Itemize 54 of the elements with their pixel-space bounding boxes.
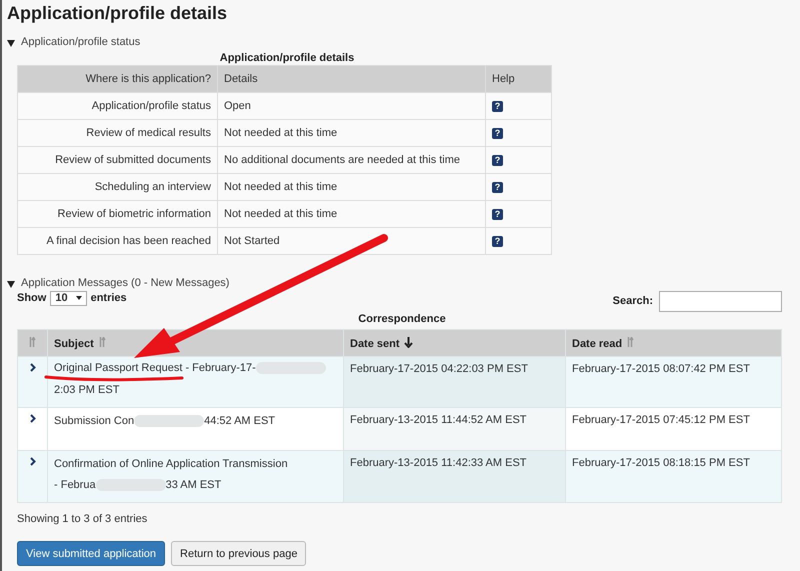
table-cell: Not needed at this time [218,174,486,200]
column-header: Where is this application? [18,66,218,92]
help-icon[interactable]: ? [492,182,503,193]
table-cell: Application/profile status [18,92,218,120]
table-cell: February-13-2015 11:44:52 AM EST [344,408,566,450]
help-icon[interactable]: ? [492,154,503,166]
table-cell: Original Passport Request - February-17- 2:03 PM EST [48,356,344,408]
show-label: Show [17,292,46,304]
expand-chevron-icon[interactable] [30,457,36,466]
search-field[interactable] [659,290,782,312]
page-size-select[interactable]: 10 [50,290,87,306]
table-caption: Correspondence [357,312,447,326]
column-header: Details [218,66,486,92]
table-cell: February-17-2015 08:07:42 PM EST [566,356,782,408]
help-icon[interactable]: ? [492,236,503,247]
table-cell: Open [218,92,486,120]
table-caption: Application/profile details [218,51,356,65]
table-cell: Not Started [218,228,486,254]
caret-icon [76,296,82,300]
table-cell: February-13-2015 11:42:33 AM EST [344,450,566,502]
sort-icon[interactable] [98,336,108,348]
column-header[interactable]: Date read [566,330,782,356]
redacted-blur [134,415,204,428]
return-button[interactable]: Return to previous page [171,541,306,566]
page-title: Application/profile details [7,2,228,24]
column-header: Help [486,66,552,92]
help-icon[interactable]: ? [492,208,503,220]
table-cell: February-17-2015 07:45:12 PM EST [566,408,782,450]
entries-info: Showing 1 to 3 of 3 entries [17,513,148,525]
table-cell: Review of biometric information [18,200,218,228]
table-cell: Confirmation of Online Application Transmission - Februa 33 AM EST [48,450,344,502]
column-header[interactable] [18,330,48,356]
table-cell: Not needed at this time [218,200,486,228]
table-cell: Review of medical results [18,120,218,146]
sort-icon[interactable] [28,336,38,348]
entries-label: entries [90,292,127,304]
expand-chevron-icon[interactable] [30,363,36,372]
help-icon[interactable]: ? [492,128,503,139]
view-application-button[interactable]: View submitted application [17,541,166,566]
column-header[interactable]: Date sent [344,330,566,356]
expand-chevron-icon[interactable] [30,414,36,423]
column-header[interactable]: Subject [48,330,344,356]
table-cell: Submission Con 44:52 AM EST [48,408,344,450]
help-icon[interactable]: ? [492,100,503,112]
table-cell: February-17-2015 04:22:03 PM EST [344,356,566,408]
table-cell: Review of submitted documents [18,146,218,174]
table-cell: No additional documents are needed at this time [218,146,486,174]
sort-descending-icon[interactable] [404,336,413,348]
table-cell: February-17-2015 08:18:15 PM EST [566,450,782,502]
table-cell: Not needed at this time [218,120,486,146]
sort-icon[interactable] [626,336,636,348]
search-label: Search: [612,295,653,307]
table-cell: Scheduling an interview [18,174,218,200]
table-cell: A final decision has been reached [18,228,218,254]
